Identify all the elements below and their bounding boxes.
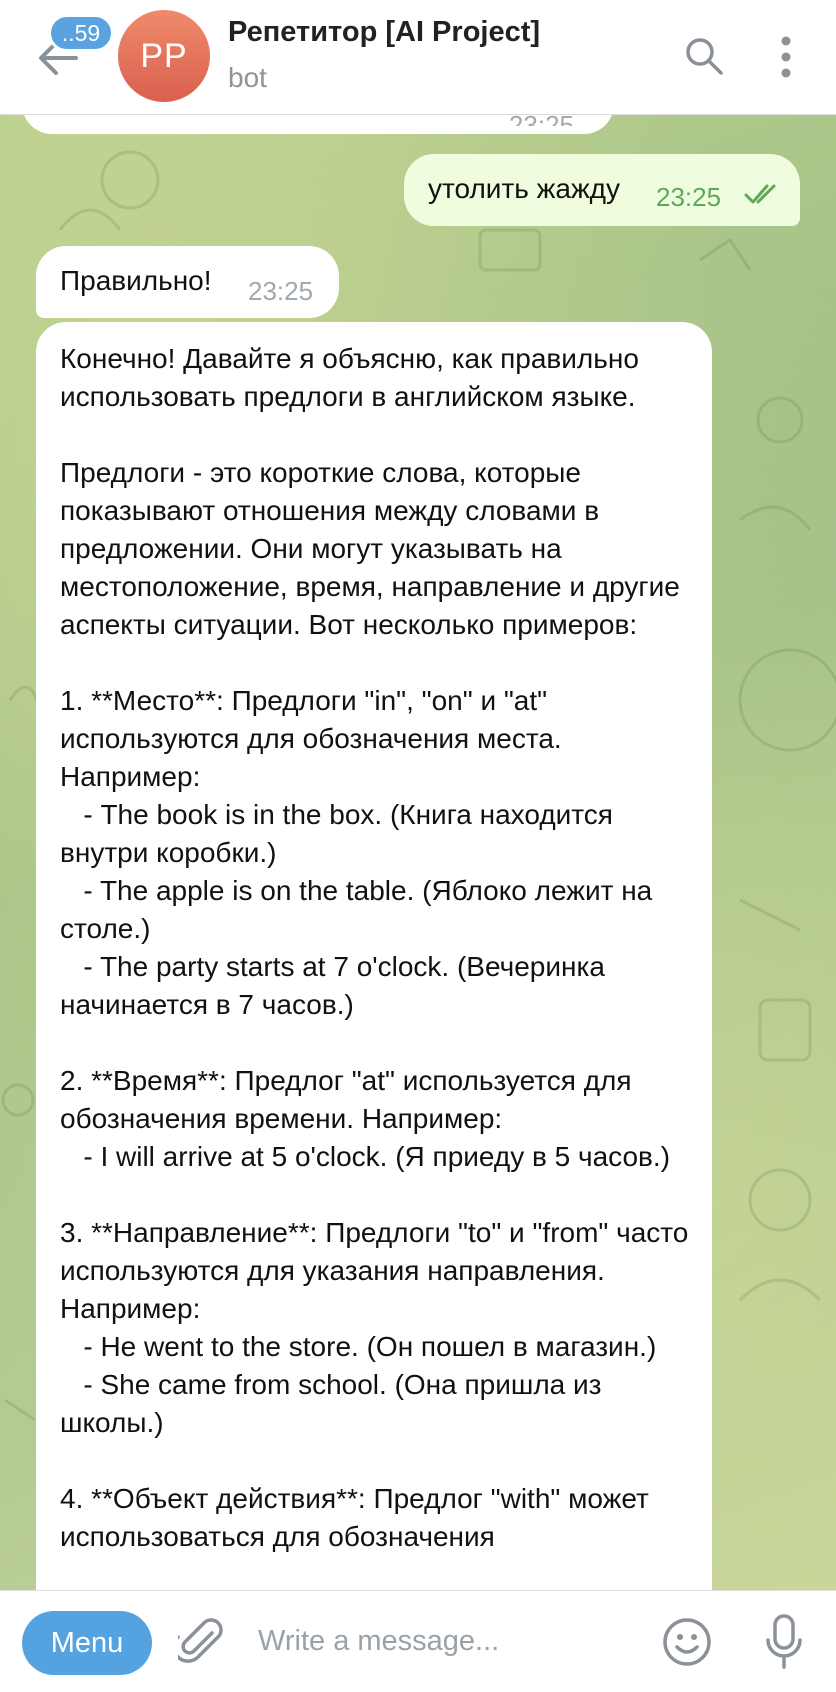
emoji-icon xyxy=(663,1618,711,1666)
incoming-message-bubble[interactable]: Правильно! 23:25 xyxy=(36,246,339,318)
double-check-icon xyxy=(744,184,776,204)
unread-badge: ..59 xyxy=(48,14,114,52)
message-composer: Menu xyxy=(0,1590,836,1692)
microphone-icon xyxy=(766,1614,802,1669)
message-time: 23:25 xyxy=(656,182,722,212)
message-text: Конечно! Давайте я объясню, как правильн… xyxy=(60,343,689,1552)
chat-title[interactable]: Репетитор [AI Project] xyxy=(228,16,540,49)
menu-button[interactable]: Menu xyxy=(22,1611,152,1675)
more-options-button[interactable] xyxy=(774,36,798,78)
outgoing-message-bubble[interactable]: утолить жажду 23:25 xyxy=(404,154,800,226)
message-text: утолить жажду xyxy=(428,173,621,204)
attach-button[interactable] xyxy=(172,1615,224,1669)
microphone-button[interactable] xyxy=(764,1613,804,1671)
avatar[interactable]: PP xyxy=(118,10,210,102)
chat-subtitle: bot xyxy=(228,62,267,93)
incoming-message-bubble[interactable]: Конечно! Давайте я объясню, как правильн… xyxy=(36,322,712,1692)
emoji-button[interactable] xyxy=(662,1617,712,1667)
search-button[interactable] xyxy=(684,36,724,76)
more-vertical-icon xyxy=(781,36,791,78)
search-icon xyxy=(686,38,723,75)
message-text: Правильно! xyxy=(60,265,212,296)
chat-header: ..59 PP Репетитор [AI Project] bot xyxy=(0,0,836,115)
message-time: 23:25 xyxy=(248,276,314,306)
attach-paperclip-icon xyxy=(172,1618,223,1663)
message-input[interactable] xyxy=(258,1613,628,1669)
